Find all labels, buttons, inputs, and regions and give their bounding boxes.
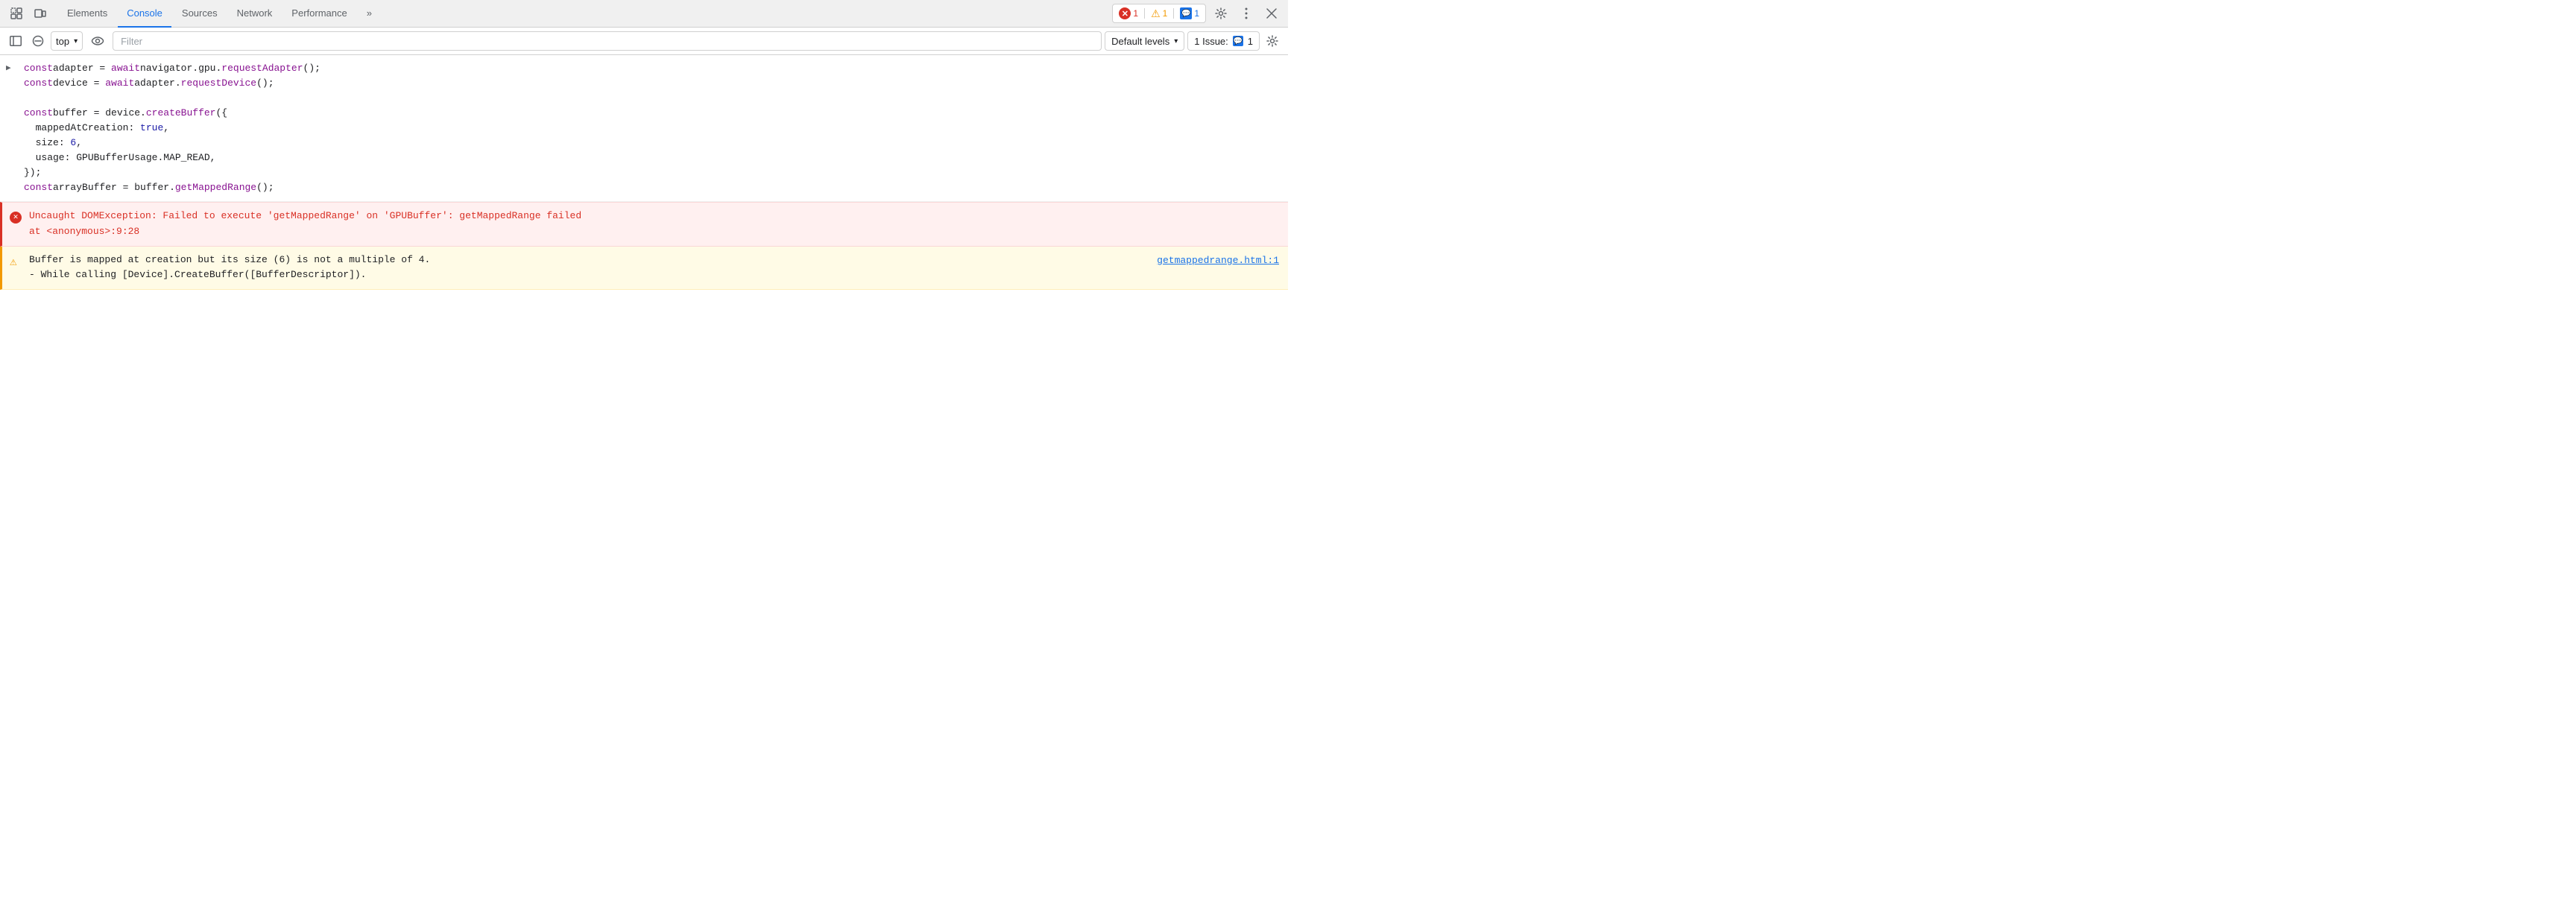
warning-badge: ⚠ 1 [1151, 7, 1167, 20]
levels-chevron-icon: ▾ [1174, 37, 1178, 45]
warning-text-block: Buffer is mapped at creation but its siz… [29, 253, 430, 284]
expand-arrow-icon[interactable]: ▶ [6, 63, 11, 75]
code-line-5: size : 6 , [24, 136, 1288, 150]
warning-main-text: Buffer is mapped at creation but its siz… [29, 253, 430, 268]
error-location-text: at <anonymous>:9:28 [29, 224, 1279, 240]
console-toolbar: top ▾ Default levels ▾ 1 Issue: 💬 1 [0, 28, 1288, 55]
info-badge: 💬 1 [1180, 7, 1199, 19]
code-line-7: }); [24, 165, 1288, 180]
code-line-blank-1 [24, 91, 1288, 106]
inspect-element-button[interactable] [6, 3, 27, 24]
code-line-4: mappedAtCreation : true , [24, 121, 1288, 136]
console-settings-button[interactable] [1263, 31, 1282, 51]
devtools-icons [6, 3, 51, 24]
code-block: ▶ const adapter = await navigator . gpu … [0, 55, 1288, 202]
tab-bar-right: ✕ 1 ⚠ 1 💬 1 [1112, 3, 1282, 24]
issues-button[interactable]: 1 Issue: 💬 1 [1187, 31, 1260, 51]
filter-input[interactable] [113, 31, 1102, 51]
tab-sources[interactable]: Sources [173, 0, 227, 28]
error-icon: ✕ [1119, 7, 1131, 19]
error-badge: ✕ 1 [1119, 7, 1138, 19]
more-options-button[interactable] [1236, 3, 1257, 24]
tab-network[interactable]: Network [228, 0, 282, 28]
close-devtools-button[interactable] [1261, 3, 1282, 24]
code-line-3: const buffer = device . createBuffer ({ [24, 106, 1288, 121]
device-toggle-button[interactable] [30, 3, 51, 24]
sidebar-toggle-button[interactable] [6, 31, 25, 51]
code-line-1: const adapter = await navigator . gpu . … [24, 61, 1288, 76]
eye-icon-button[interactable] [86, 31, 110, 51]
warning-link[interactable]: getmappedrange.html:1 [1157, 253, 1279, 268]
error-text-block: Uncaught DOMException: Failed to execute… [29, 209, 1279, 240]
warning-triangle-icon: ⚠ [10, 253, 17, 271]
warning-message: ⚠ Buffer is mapped at creation but its s… [0, 247, 1288, 291]
error-circle-icon: ✕ [10, 209, 22, 224]
warning-sub-text: - While calling [Device].CreateBuffer([B… [29, 267, 430, 283]
console-output: ▶ const adapter = await navigator . gpu … [0, 55, 1288, 290]
tab-bar: Elements Console Sources Network Perform… [0, 0, 1288, 28]
badge-divider-1 [1144, 8, 1145, 19]
tab-performance[interactable]: Performance [282, 0, 356, 28]
clear-console-button[interactable] [28, 31, 48, 51]
tab-console[interactable]: Console [118, 0, 171, 28]
tab-elements[interactable]: Elements [58, 0, 116, 28]
issues-info-icon: 💬 [1233, 36, 1243, 46]
badge-group[interactable]: ✕ 1 ⚠ 1 💬 1 [1112, 4, 1206, 23]
context-selector[interactable]: top ▾ [51, 31, 83, 51]
settings-button[interactable] [1210, 3, 1231, 24]
error-message: ✕ Uncaught DOMException: Failed to execu… [0, 202, 1288, 247]
warning-icon: ⚠ [1151, 7, 1161, 20]
chevron-down-icon: ▾ [74, 37, 78, 45]
code-line-2: const device = await adapter . requestDe… [24, 76, 1288, 91]
info-icon: 💬 [1180, 7, 1192, 19]
tab-more[interactable]: » [358, 0, 381, 28]
code-line-6: usage : GPUBufferUsage . MAP_READ , [24, 150, 1288, 165]
code-line-8: const arrayBuffer = buffer . getMappedRa… [24, 180, 1288, 195]
error-main-text: Uncaught DOMException: Failed to execute… [29, 209, 1279, 224]
default-levels-dropdown[interactable]: Default levels ▾ [1105, 31, 1184, 51]
badge-divider-2 [1173, 8, 1174, 19]
